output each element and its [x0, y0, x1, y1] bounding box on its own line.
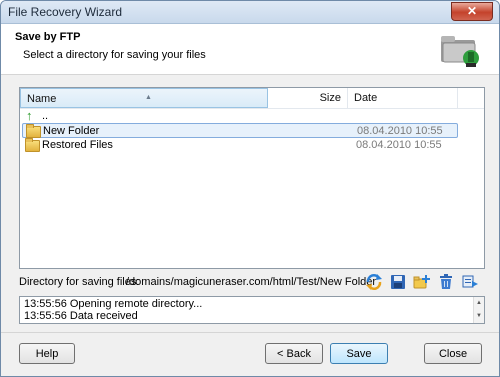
up-arrow-icon: ↑ — [26, 108, 33, 123]
save-icon[interactable] — [389, 273, 407, 291]
page-title: Save by FTP — [15, 31, 81, 43]
scroll-up-icon[interactable]: ▲ — [474, 297, 484, 310]
column-header-row: ▲ Name Size Date — [20, 88, 484, 109]
delete-icon[interactable] — [437, 273, 455, 291]
folder-icon — [26, 124, 41, 138]
refresh-icon[interactable] — [365, 273, 383, 291]
directory-path: /domains/magicuneraser.com/html/Test/New… — [126, 276, 377, 288]
list-item[interactable]: New Folder 08.04.2010 10:55 — [22, 123, 458, 138]
list-item-date: 08.04.2010 10:55 — [357, 125, 443, 137]
title-bar: File Recovery Wizard ✕ — [1, 1, 499, 24]
list-item-name: New Folder — [43, 125, 100, 137]
sort-ascending-icon: ▲ — [145, 94, 152, 101]
list-item-date: 08.04.2010 10:55 — [356, 139, 442, 151]
column-date-header[interactable]: Date — [348, 88, 458, 108]
activity-log[interactable]: 13:55:56 Opening remote directory... 13:… — [19, 296, 485, 324]
close-icon: ✕ — [466, 4, 478, 18]
window-close-button[interactable]: ✕ — [451, 2, 493, 21]
new-folder-icon[interactable] — [413, 273, 431, 291]
column-name-header[interactable]: ▲ Name — [20, 88, 268, 108]
close-button[interactable]: Close — [424, 343, 482, 364]
folder-icon — [25, 138, 40, 152]
wizard-header: Save by FTP Select a directory for savin… — [1, 24, 499, 75]
list-item[interactable]: Restored Files 08.04.2010 10:55 — [22, 138, 458, 153]
page-subtitle: Select a directory for saving your files — [23, 49, 206, 61]
log-line: 13:55:56 Data received — [24, 310, 138, 322]
file-recovery-wizard-window: File Recovery Wizard ✕ Save by FTP Selec… — [0, 0, 500, 377]
save-button[interactable]: Save — [330, 343, 388, 364]
remote-file-list[interactable]: ▲ Name Size Date ↑ .. New Folder 08.04.2… — [19, 87, 485, 269]
back-button[interactable]: < Back — [265, 343, 323, 364]
column-size-header[interactable]: Size — [268, 88, 348, 108]
log-line: 13:55:56 Opening remote directory... — [24, 298, 203, 310]
scroll-down-icon[interactable]: ▼ — [474, 310, 484, 323]
parent-directory-row[interactable]: ↑ .. — [22, 108, 458, 124]
log-scrollbar[interactable]: ▲ ▼ — [473, 297, 484, 323]
list-item-name: Restored Files — [42, 139, 113, 151]
parent-directory-label: .. — [42, 110, 49, 122]
properties-icon[interactable] — [461, 273, 479, 291]
button-separator — [1, 332, 499, 333]
folder-network-icon — [441, 36, 479, 67]
window-title: File Recovery Wizard — [8, 5, 123, 19]
help-button[interactable]: Help — [19, 343, 75, 364]
directory-label: Directory for saving files: — [19, 276, 140, 288]
